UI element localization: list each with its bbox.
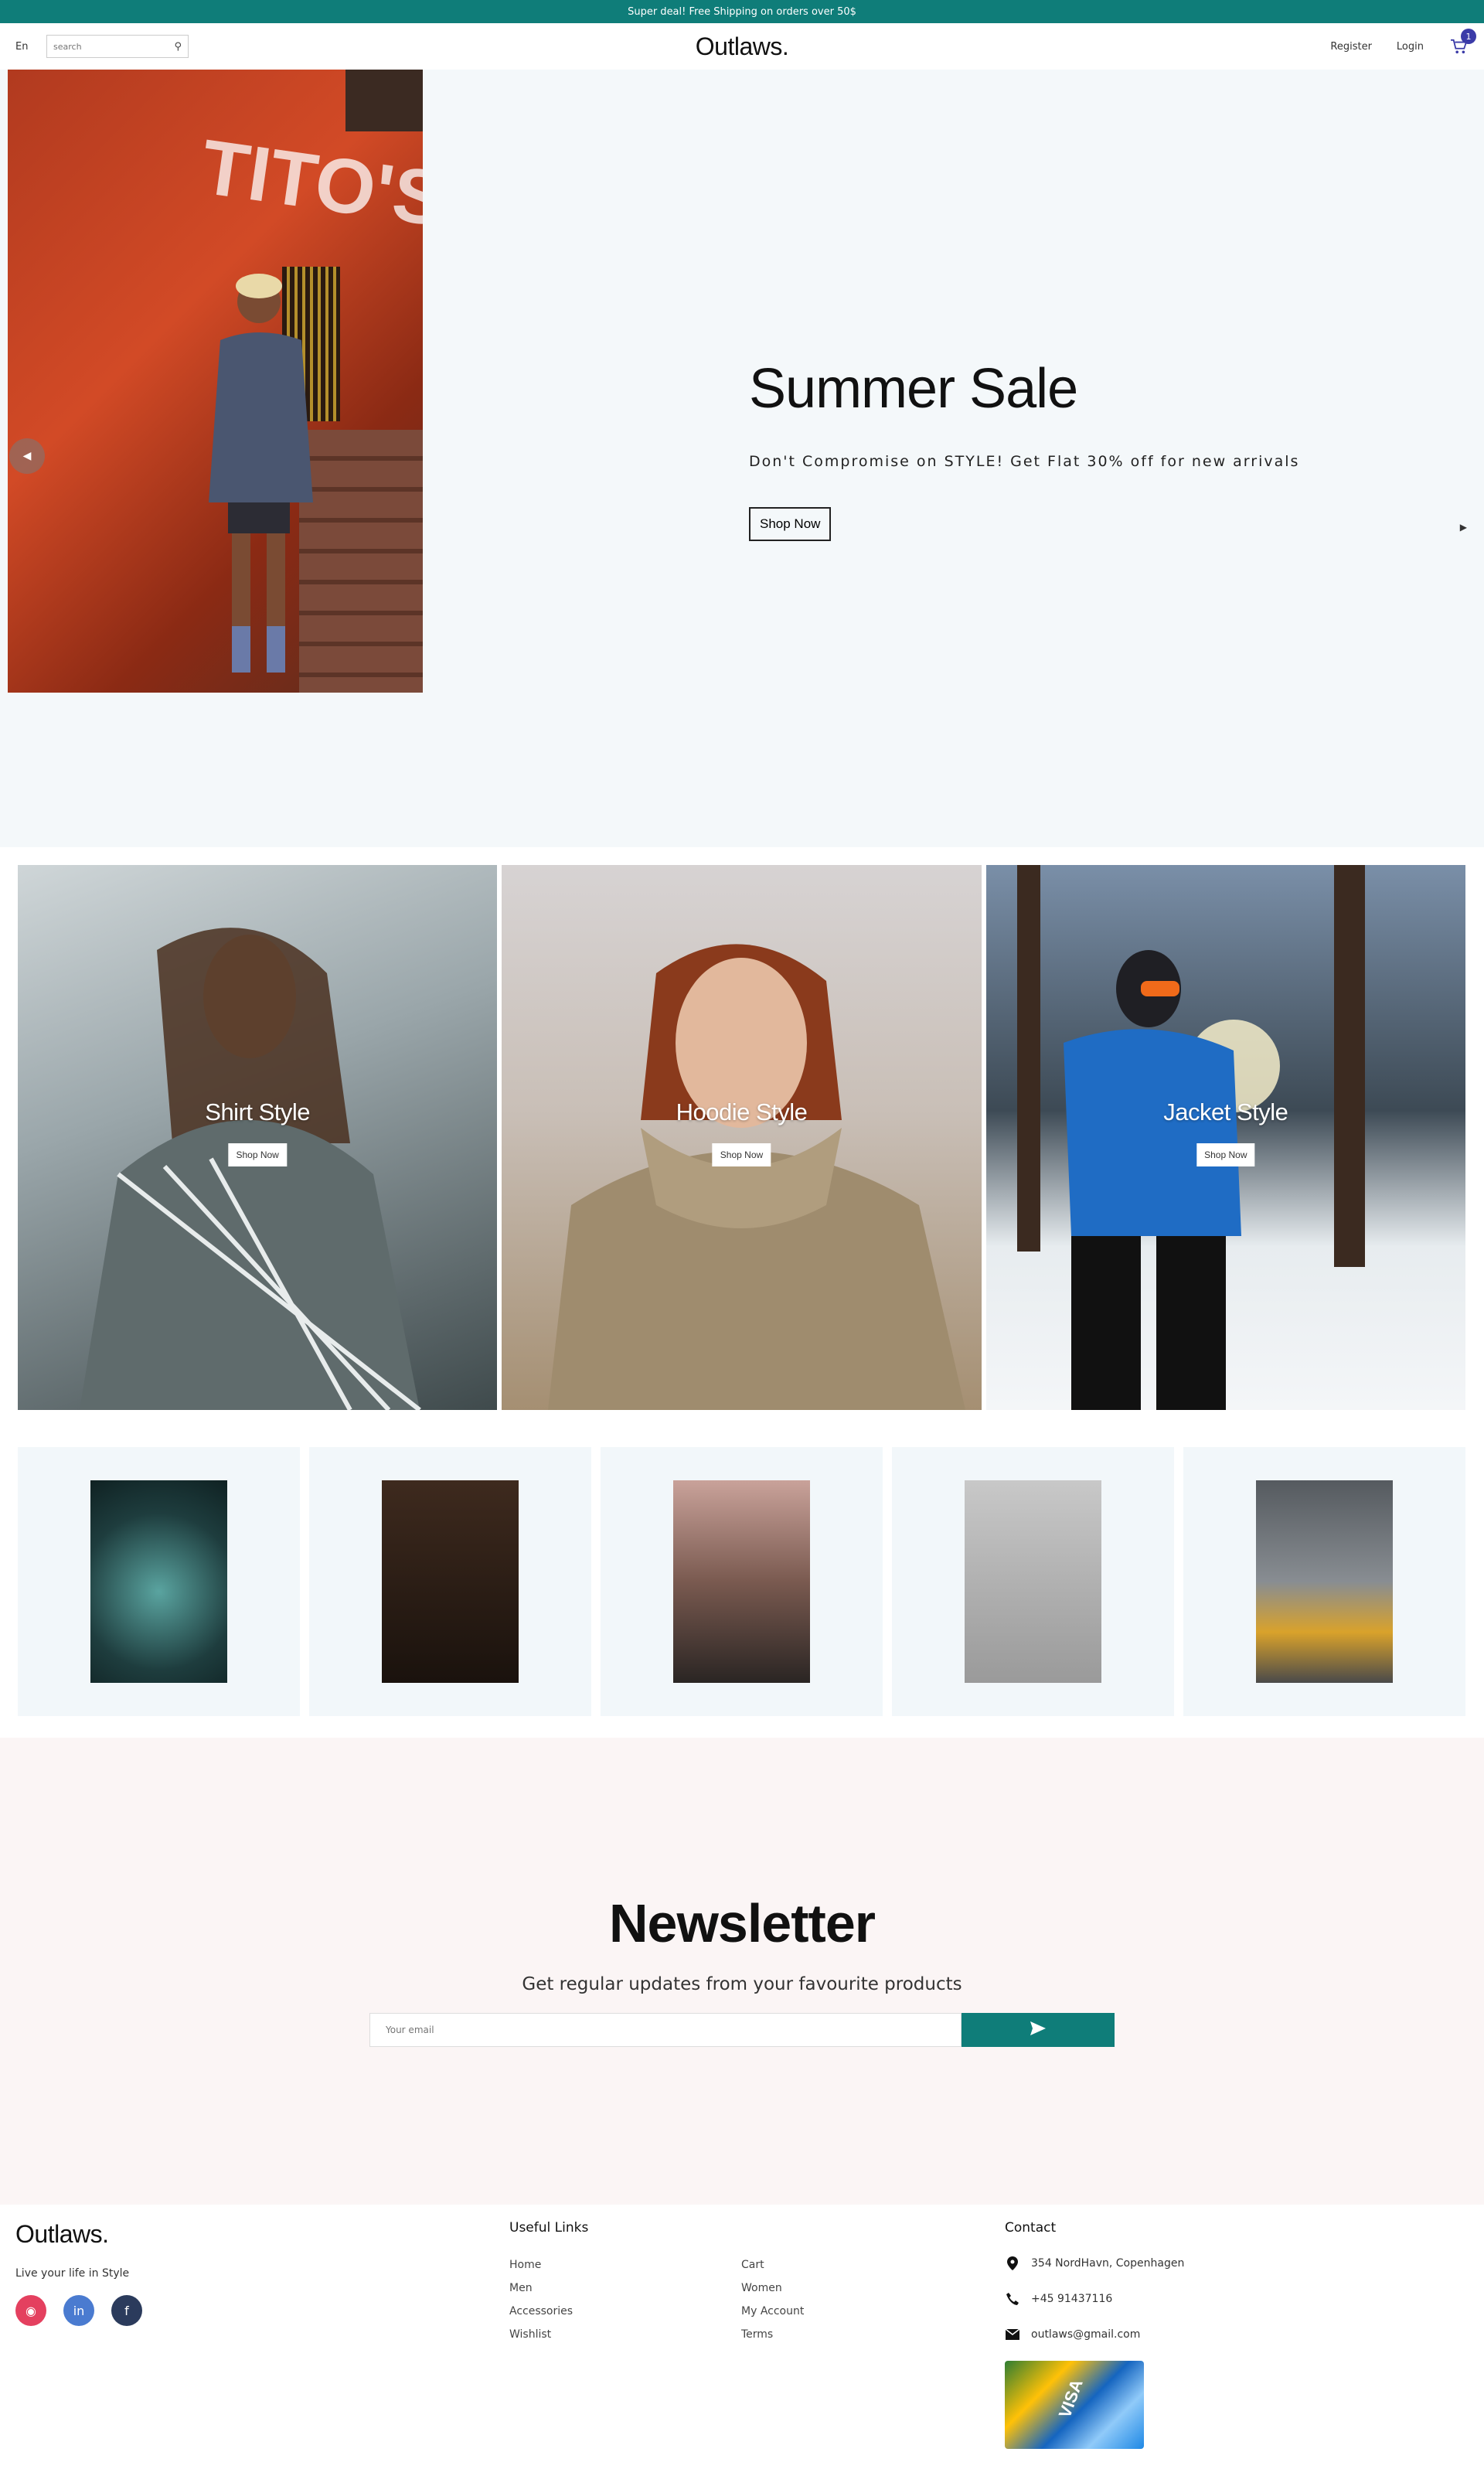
footer-link-women[interactable]: Women	[741, 2282, 896, 2294]
product-image-yellow-hoodie	[1256, 1480, 1393, 1683]
product-image-red-sneakers	[965, 1480, 1101, 1683]
footer: Outlaws. Live your life in Style ◉ in f …	[0, 2205, 1484, 2469]
payment-cards-image: VISA	[1005, 2361, 1144, 2449]
footer-tagline: Live your life in Style	[15, 2267, 130, 2280]
category-title: Jacket Style	[1163, 1098, 1288, 1126]
search-icon[interactable]: ⚲	[174, 41, 182, 53]
hero-title: Summer Sale	[749, 358, 1078, 420]
category-card-shirt[interactable]: Shirt Style Shop Now	[18, 865, 498, 1410]
newsletter-section: Newsletter Get regular updates from your…	[0, 1738, 1484, 2205]
product-image-watch	[90, 1480, 227, 1683]
slider-next-button[interactable]: ▶	[1460, 522, 1467, 533]
hoodie-model-figure	[548, 944, 966, 1410]
product-card[interactable]	[601, 1447, 883, 1716]
logo[interactable]: Outlaws.	[696, 32, 789, 61]
hero-slider: TITO'S ◀ ▶ Summer Sale Don't Compromise …	[0, 70, 1484, 847]
category-shop-now-button[interactable]: Shop Now	[228, 1143, 287, 1166]
shirt-model-figure	[80, 928, 421, 1410]
footer-link-home[interactable]: Home	[509, 2259, 741, 2271]
contact-email: outlaws@gmail.com	[1005, 2327, 1184, 2342]
wall-graffiti-text: TITO'S	[196, 123, 423, 243]
useful-links-title: Useful Links	[509, 2220, 589, 2236]
email-text: outlaws@gmail.com	[1031, 2328, 1141, 2341]
cart-count-badge: 1	[1461, 29, 1476, 44]
category-title: Shirt Style	[205, 1098, 311, 1126]
footer-logo[interactable]: Outlaws.	[15, 2220, 142, 2249]
footer-useful-links: Useful Links Home Cart Men Women Accesso…	[509, 2220, 896, 2341]
register-link[interactable]: Register	[1330, 41, 1372, 53]
slider-prev-button[interactable]: ◀	[9, 438, 45, 474]
footer-link-accessories[interactable]: Accessories	[509, 2305, 741, 2317]
product-strip	[18, 1447, 1465, 1716]
footer-link-wishlist[interactable]: Wishlist	[509, 2328, 741, 2341]
search-box[interactable]: ⚲	[46, 35, 189, 58]
product-image-man-sitting	[382, 1480, 519, 1683]
chevron-right-icon: ▶	[1459, 522, 1467, 533]
hero-shop-now-button[interactable]: Shop Now	[749, 507, 832, 541]
category-shop-now-button[interactable]: Shop Now	[1196, 1143, 1255, 1166]
email-field[interactable]	[369, 2013, 962, 2047]
chevron-left-icon: ◀	[22, 450, 32, 462]
address-text: 354 NordHavn, Copenhagen	[1031, 2257, 1185, 2270]
phone-icon	[1005, 2291, 1020, 2307]
product-image-floral-shirt	[673, 1480, 810, 1683]
instagram-icon[interactable]: ◉	[15, 2295, 46, 2326]
mail-icon	[1005, 2327, 1020, 2342]
footer-brand: Outlaws. Live your life in Style ◉ in f	[15, 2220, 142, 2326]
roof-shape	[345, 70, 423, 131]
product-card[interactable]	[1183, 1447, 1465, 1716]
model-figure	[209, 274, 313, 673]
category-shop-now-button[interactable]: Shop Now	[712, 1143, 771, 1166]
contact-title: Contact	[1005, 2220, 1057, 2236]
search-input[interactable]	[53, 41, 162, 52]
social-links: ◉ in f	[15, 2295, 142, 2326]
footer-link-my-account[interactable]: My Account	[741, 2305, 896, 2317]
footer-link-men[interactable]: Men	[509, 2282, 741, 2294]
category-card-jacket[interactable]: Jacket Style Shop Now	[985, 865, 1465, 1410]
announcement-text: Super deal! Free Shipping on orders over…	[628, 5, 856, 18]
language-selector[interactable]: En	[15, 41, 46, 53]
contact-address: 354 NordHavn, Copenhagen	[1005, 2256, 1184, 2271]
announcement-bar: Super deal! Free Shipping on orders over…	[0, 0, 1484, 23]
cart-button[interactable]: 1	[1448, 29, 1476, 56]
login-link[interactable]: Login	[1397, 41, 1424, 53]
facebook-icon[interactable]: f	[111, 2295, 142, 2326]
send-icon	[1030, 2021, 1046, 2035]
newsletter-subtitle: Get regular updates from your favourite …	[522, 1974, 962, 1994]
newsletter-submit-button[interactable]	[962, 2013, 1115, 2047]
linkedin-icon[interactable]: in	[63, 2295, 94, 2326]
jacket-model-figure	[1016, 865, 1365, 1410]
hero-image: TITO'S	[8, 70, 423, 693]
product-card[interactable]	[892, 1447, 1174, 1716]
hero-content: Summer Sale Don't Compromise on STYLE! G…	[749, 357, 1299, 541]
hero-subtitle: Don't Compromise on STYLE! Get Flat 30% …	[749, 453, 1300, 470]
product-card[interactable]	[18, 1447, 300, 1716]
visa-logo: VISA	[1054, 2376, 1087, 2421]
contact-phone: +45 91437116	[1005, 2291, 1184, 2307]
product-card[interactable]	[309, 1447, 591, 1716]
footer-link-cart[interactable]: Cart	[741, 2259, 896, 2271]
category-card-hoodie[interactable]: Hoodie Style Shop Now	[502, 865, 982, 1410]
footer-contact: Contact 354 NordHavn, Copenhagen +45 914…	[1005, 2220, 1184, 2449]
newsletter-title: Newsletter	[608, 1893, 876, 1953]
location-pin-icon	[1005, 2256, 1020, 2271]
phone-text: +45 91437116	[1031, 2293, 1113, 2305]
category-title: Hoodie Style	[676, 1098, 808, 1126]
category-grid: Shirt Style Shop Now Hoodie Style Shop N…	[18, 865, 1465, 1410]
navbar: En ⚲ Outlaws. Register Login 1	[0, 23, 1484, 70]
footer-link-terms[interactable]: Terms	[741, 2328, 896, 2341]
newsletter-form	[369, 2013, 1115, 2047]
